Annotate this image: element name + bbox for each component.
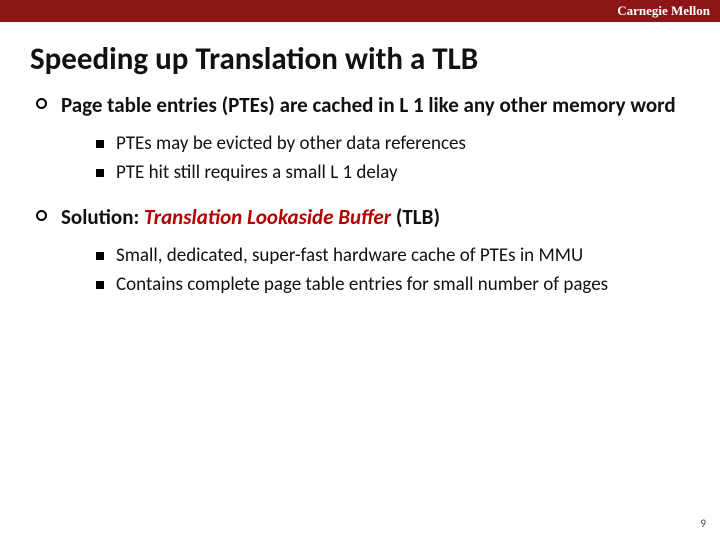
bullet-text: Solution: Translation Lookaside Buffer (… bbox=[61, 204, 440, 230]
square-bullet-icon bbox=[96, 169, 104, 177]
bullet-item: Page table entries (PTEs) are cached in … bbox=[36, 92, 690, 118]
circle-bullet-icon bbox=[36, 98, 47, 109]
sub-item: PTEs may be evicted by other data refere… bbox=[96, 132, 690, 157]
square-bullet-icon bbox=[96, 252, 104, 260]
circle-bullet-icon bbox=[36, 210, 47, 221]
square-bullet-icon bbox=[96, 281, 104, 289]
sub-item: PTE hit still requires a small L 1 delay bbox=[96, 161, 690, 186]
slide-content: Page table entries (PTEs) are cached in … bbox=[0, 92, 720, 315]
sub-item: Contains complete page table entries for… bbox=[96, 273, 690, 298]
sub-text: Contains complete page table entries for… bbox=[116, 273, 608, 298]
slide: Carnegie Mellon Speeding up Translation … bbox=[0, 0, 720, 540]
brand-label: Carnegie Mellon bbox=[617, 3, 710, 19]
sub-text: PTEs may be evicted by other data refere… bbox=[116, 132, 466, 157]
sub-text: Small, dedicated, super-fast hardware ca… bbox=[116, 244, 583, 269]
bullet-item: Solution: Translation Lookaside Buffer (… bbox=[36, 204, 690, 230]
square-bullet-icon bbox=[96, 140, 104, 148]
sub-text: PTE hit still requires a small L 1 delay bbox=[116, 161, 398, 186]
solution-prefix: Solution: bbox=[61, 204, 144, 230]
solution-suffix: (TLB) bbox=[391, 204, 440, 230]
header-bar: Carnegie Mellon bbox=[0, 0, 720, 22]
solution-emphasis: Translation Lookaside Buffer bbox=[144, 204, 391, 230]
sub-item: Small, dedicated, super-fast hardware ca… bbox=[96, 244, 690, 269]
page-number: 9 bbox=[700, 517, 706, 530]
slide-title: Speeding up Translation with a TLB bbox=[0, 22, 720, 92]
bullet-text: Page table entries (PTEs) are cached in … bbox=[61, 92, 676, 118]
sub-list: PTEs may be evicted by other data refere… bbox=[36, 126, 690, 203]
sub-list: Small, dedicated, super-fast hardware ca… bbox=[36, 238, 690, 315]
